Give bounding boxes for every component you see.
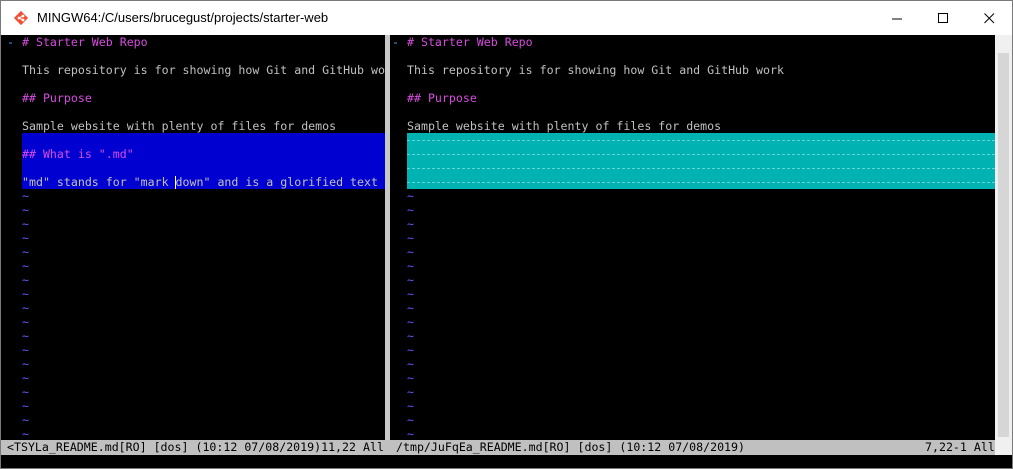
filler-lines-highlight [407, 133, 995, 189]
minimize-button[interactable] [874, 1, 920, 35]
close-button[interactable] [966, 1, 1012, 35]
right-cursor-position: 7,22-1 All [925, 440, 995, 454]
maximize-button[interactable] [920, 1, 966, 35]
text-cursor [175, 176, 176, 189]
window-title: MINGW64:/C/users/brucegust/projects/star… [37, 10, 329, 25]
git-bash-icon [13, 10, 29, 26]
right-status-text: /tmp/JuFqEa_README.md[RO] [dos] (10:12 0… [396, 440, 746, 454]
status-line: <TSYLa_README.md[RO] [dos] (10:12 07/08/… [1, 440, 995, 455]
minimize-icon [891, 18, 902, 19]
title-bar[interactable]: MINGW64:/C/users/brucegust/projects/star… [1, 1, 1012, 35]
maximize-icon [937, 12, 948, 23]
left-status-text: <TSYLa_README.md[RO] [dos] (10:12 07/08/… [7, 440, 384, 454]
vim-diff-terminal[interactable]: - # Starter Web Repo This repository is f… [1, 35, 1012, 468]
terminal-window: MINGW64:/C/users/brucegust/projects/star… [0, 0, 1013, 469]
left-diff-pane[interactable]: - # Starter Web Repo This repository is f… [7, 35, 385, 440]
close-icon [983, 12, 994, 23]
scrollbar-thumb[interactable] [998, 53, 1009, 437]
status-separator [385, 440, 390, 455]
right-diff-pane[interactable]: - # Starter Web Repo This repository is f… [392, 35, 995, 440]
vertical-split-separator[interactable] [385, 35, 390, 440]
vertical-scrollbar[interactable] [995, 35, 1012, 455]
